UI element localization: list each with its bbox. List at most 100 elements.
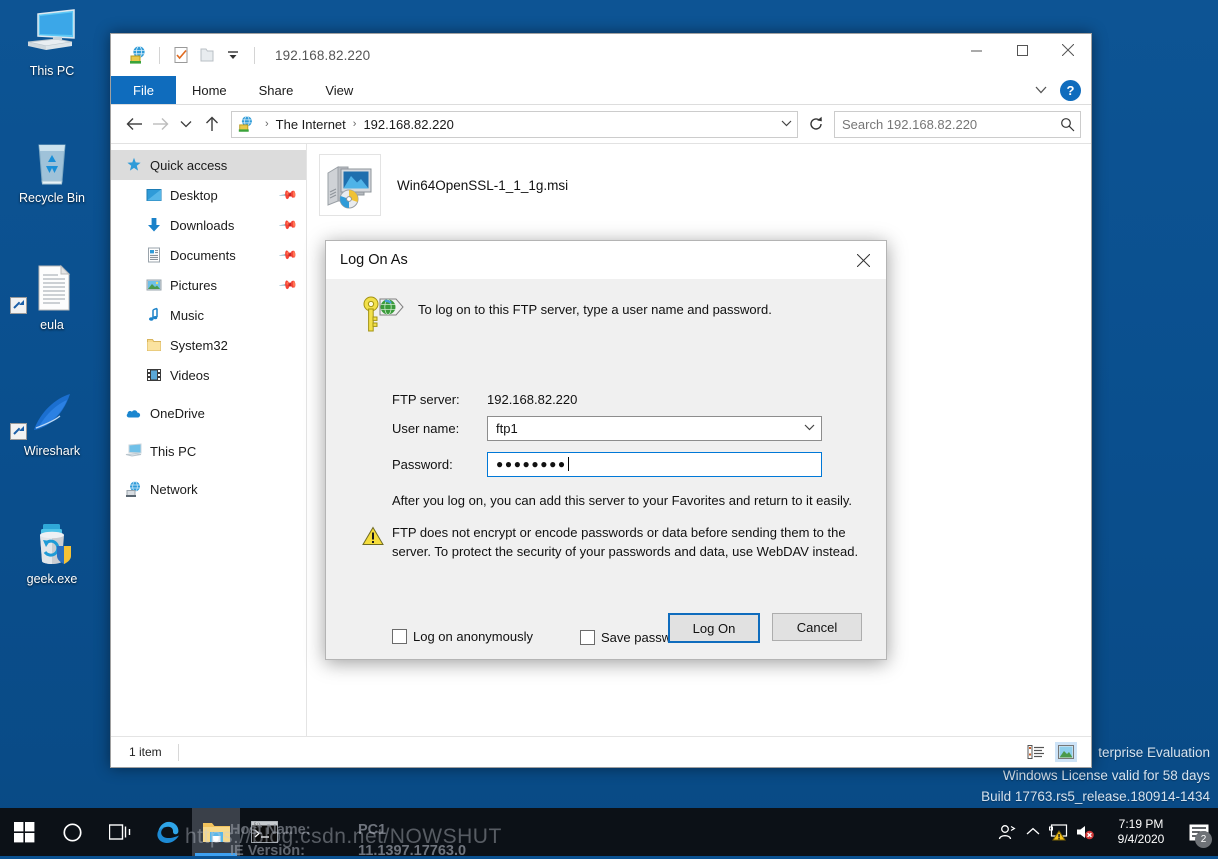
desktop-icon-label: This PC bbox=[29, 64, 75, 78]
up-button[interactable] bbox=[199, 111, 225, 137]
checkbox-box[interactable] bbox=[580, 630, 595, 645]
log-on-anonymously-label: Log on anonymously bbox=[413, 629, 533, 644]
refresh-button[interactable] bbox=[804, 112, 828, 136]
sidebar-item-label: Pictures bbox=[170, 277, 217, 293]
dialog-title: Log On As bbox=[340, 252, 408, 268]
action-center-icon[interactable]: 2 bbox=[1184, 808, 1214, 856]
tab-view[interactable]: View bbox=[309, 76, 369, 104]
address-chevron-down-icon[interactable] bbox=[775, 119, 797, 130]
people-icon[interactable] bbox=[994, 808, 1020, 856]
tab-share[interactable]: Share bbox=[243, 76, 310, 104]
expand-ribbon-chevron-down-icon[interactable] bbox=[1030, 79, 1052, 101]
password-value: ●●●●●●●● bbox=[496, 457, 567, 471]
desktop-icon-wireshark[interactable]: Wireshark bbox=[6, 388, 98, 459]
task-view-icon[interactable] bbox=[96, 808, 144, 856]
new-folder-icon[interactable] bbox=[197, 45, 217, 65]
network-warning-icon[interactable] bbox=[1046, 808, 1072, 856]
address-bar[interactable]: › The Internet › 192.168.82.220 bbox=[231, 110, 798, 138]
username-chevron-down-icon[interactable] bbox=[797, 423, 821, 434]
warning-triangle-icon bbox=[362, 526, 384, 546]
customize-caret-icon[interactable] bbox=[223, 45, 243, 65]
tab-home[interactable]: Home bbox=[176, 76, 243, 104]
breadcrumb-the-internet[interactable]: The Internet bbox=[274, 117, 348, 132]
sidebar-item-label: This PC bbox=[150, 443, 197, 459]
desktop-icon-recycle-bin[interactable]: Recycle Bin bbox=[6, 135, 98, 206]
start-button[interactable] bbox=[0, 808, 48, 856]
shortcut-badge-icon bbox=[10, 423, 27, 440]
ftp-site-icon bbox=[237, 115, 255, 133]
status-separator bbox=[177, 743, 179, 761]
view-mode-buttons bbox=[1025, 742, 1091, 762]
volume-muted-icon[interactable] bbox=[1072, 808, 1098, 856]
sidebar-item-quick-access[interactable]: Quick access bbox=[111, 150, 306, 180]
breadcrumb-host[interactable]: 192.168.82.220 bbox=[361, 117, 455, 132]
sidebar-item-documents[interactable]: Documents 📌 bbox=[111, 240, 306, 270]
show-hidden-icons-icon[interactable] bbox=[1020, 808, 1046, 856]
username-input[interactable]: ftp1 bbox=[487, 415, 822, 441]
edge-browser-icon[interactable] bbox=[144, 808, 192, 856]
sidebar-item-videos[interactable]: Videos bbox=[111, 360, 306, 390]
command-prompt-icon[interactable]: C:\ bbox=[240, 808, 288, 856]
sidebar-item-network[interactable]: Network bbox=[111, 474, 306, 504]
recent-locations-chevron-down-icon[interactable] bbox=[173, 111, 199, 137]
msi-installer-icon bbox=[319, 154, 381, 216]
dialog-intro-text: To log on to this FTP server, type a use… bbox=[418, 302, 772, 317]
close-button[interactable] bbox=[1045, 34, 1091, 66]
password-input[interactable]: ●●●●●●●● bbox=[487, 451, 822, 477]
sidebar-item-desktop[interactable]: Desktop 📌 bbox=[111, 180, 306, 210]
clock[interactable]: 7:19 PM 9/4/2020 bbox=[1098, 817, 1184, 847]
geek-uninstaller-icon bbox=[6, 516, 98, 568]
desktop-icon-label: eula bbox=[40, 318, 64, 332]
details-view-icon[interactable] bbox=[1025, 742, 1047, 762]
clock-time: 7:19 PM bbox=[1118, 817, 1164, 831]
minimize-button[interactable] bbox=[953, 34, 999, 66]
tab-file[interactable]: File bbox=[111, 76, 176, 104]
item-count-label: 1 item bbox=[129, 745, 162, 759]
forward-button[interactable] bbox=[147, 111, 173, 137]
cancel-button[interactable]: Cancel bbox=[772, 613, 862, 641]
file-item[interactable]: Win64OpenSSL-1_1_1g.msi bbox=[319, 154, 568, 216]
network-globe-icon bbox=[125, 480, 143, 498]
file-explorer-icon[interactable] bbox=[192, 808, 240, 856]
sidebar-item-downloads[interactable]: Downloads 📌 bbox=[111, 210, 306, 240]
pin-icon[interactable]: 📌 bbox=[278, 245, 298, 265]
maximize-button[interactable] bbox=[999, 34, 1045, 66]
desktop-icon bbox=[145, 186, 163, 204]
username-value: ftp1 bbox=[496, 420, 518, 436]
system-tray: 7:19 PM 9/4/2020 2 bbox=[994, 808, 1218, 856]
large-icons-view-icon[interactable] bbox=[1055, 742, 1077, 762]
sidebar-item-label: Documents bbox=[170, 247, 236, 263]
taskbar: C:\ 7:19 PM 9/4/2020 2 bbox=[0, 808, 1218, 856]
log-on-button[interactable]: Log On bbox=[668, 613, 760, 643]
password-row: Password: ●●●●●●●● bbox=[392, 451, 822, 477]
dialog-close-icon[interactable] bbox=[841, 241, 886, 279]
search-input[interactable] bbox=[835, 115, 1054, 133]
back-button[interactable] bbox=[121, 111, 147, 137]
properties-icon[interactable] bbox=[171, 45, 191, 65]
desktop-icon-this-pc[interactable]: This PC bbox=[6, 8, 98, 79]
videos-icon bbox=[145, 366, 163, 384]
ftp-server-row: FTP server: 192.168.82.220 bbox=[392, 386, 577, 412]
window-title: 192.168.82.220 bbox=[275, 47, 371, 63]
sidebar-item-music[interactable]: Music bbox=[111, 300, 306, 330]
search-icon[interactable] bbox=[1054, 117, 1080, 132]
desktop-icon-geek[interactable]: geek.exe bbox=[6, 516, 98, 587]
sidebar-item-this-pc[interactable]: This PC bbox=[111, 436, 306, 466]
pin-icon[interactable]: 📌 bbox=[278, 215, 298, 235]
sidebar-item-system32[interactable]: System32 bbox=[111, 330, 306, 360]
password-label: Password: bbox=[392, 456, 453, 472]
desktop-icon-eula[interactable]: eula bbox=[6, 262, 98, 333]
dialog-note-text: After you log on, you can add this serve… bbox=[392, 493, 853, 508]
pin-icon[interactable]: 📌 bbox=[278, 275, 298, 295]
checkbox-box[interactable] bbox=[392, 629, 407, 644]
help-button[interactable]: ? bbox=[1060, 79, 1081, 101]
sidebar-item-pictures[interactable]: Pictures 📌 bbox=[111, 270, 306, 300]
cortana-search-icon[interactable] bbox=[48, 808, 96, 856]
pin-icon[interactable]: 📌 bbox=[278, 185, 298, 205]
log-on-anonymously-checkbox[interactable]: Log on anonymously bbox=[392, 629, 533, 644]
window-controls bbox=[953, 34, 1091, 76]
toolbar-separator bbox=[159, 46, 160, 64]
search-box[interactable] bbox=[834, 110, 1081, 138]
sidebar-item-onedrive[interactable]: OneDrive bbox=[111, 398, 306, 428]
ftp-site-icon[interactable] bbox=[128, 45, 148, 65]
